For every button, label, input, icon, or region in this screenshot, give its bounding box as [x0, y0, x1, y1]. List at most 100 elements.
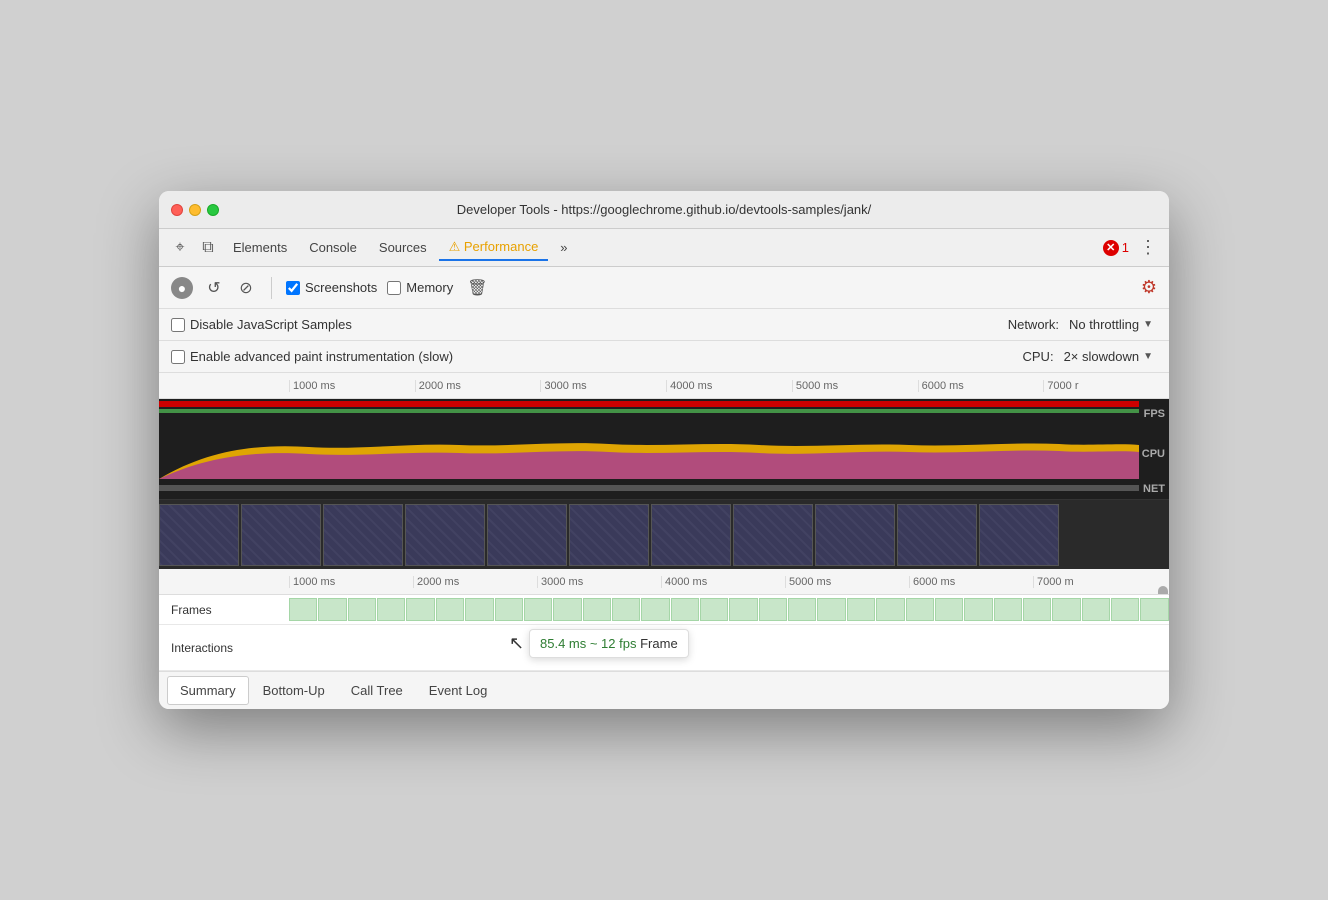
stop-button[interactable]: ⊘	[235, 277, 257, 299]
ruler-mark-b0: 1000 ms	[289, 576, 413, 588]
disable-js-input[interactable]	[171, 318, 185, 332]
frame-block-23[interactable]	[964, 598, 992, 621]
traffic-lights	[171, 204, 219, 216]
frame-block-14[interactable]	[700, 598, 728, 621]
frame-block-16[interactable]	[759, 598, 787, 621]
frame-block-4[interactable]	[406, 598, 434, 621]
cpu-dropdown[interactable]: 2× slowdown ▼	[1060, 347, 1157, 366]
fps-label: FPS	[1144, 408, 1165, 420]
screenshot-thumb-7[interactable]	[733, 504, 813, 566]
frame-block-21[interactable]	[906, 598, 934, 621]
tooltip-fps-text: 85.4 ms ~ 12 fps	[540, 636, 636, 651]
tab-performance[interactable]: ⚠ Performance	[439, 235, 549, 261]
disable-js-checkbox[interactable]: Disable JavaScript Samples	[171, 317, 352, 332]
tab-bottom-up[interactable]: Bottom-Up	[251, 677, 337, 704]
frame-block-3[interactable]	[377, 598, 405, 621]
screenshot-thumb-0[interactable]	[159, 504, 239, 566]
gear-button[interactable]: ⚙	[1141, 277, 1157, 298]
frame-block-1[interactable]	[318, 598, 346, 621]
window-title: Developer Tools - https://googlechrome.g…	[457, 202, 872, 217]
frame-block-7[interactable]	[495, 598, 523, 621]
frame-block-5[interactable]	[436, 598, 464, 621]
tooltip-frame-label: Frame	[640, 636, 678, 651]
screenshot-thumb-4[interactable]	[487, 504, 567, 566]
ruler-mark-6: 7000 r	[1043, 380, 1169, 392]
screenshot-thumb-9[interactable]	[897, 504, 977, 566]
scrollbar-thumb[interactable]	[1158, 586, 1168, 596]
error-count: 1	[1122, 240, 1129, 255]
frame-block-0[interactable]	[289, 598, 317, 621]
screenshots-strip[interactable]	[159, 499, 1169, 569]
paint-checkbox[interactable]: Enable advanced paint instrumentation (s…	[171, 349, 453, 364]
frame-tooltip: 85.4 ms ~ 12 fps Frame	[529, 629, 689, 658]
tab-more[interactable]: »	[550, 236, 577, 259]
charts-area[interactable]: FPS CPU NET	[159, 399, 1169, 569]
screenshots-checkbox[interactable]: Screenshots	[286, 280, 377, 295]
frame-block-6[interactable]	[465, 598, 493, 621]
tabs-bar: ⌖ ⧉ Elements Console Sources ⚠ Performan…	[159, 229, 1169, 267]
frame-block-27[interactable]	[1082, 598, 1110, 621]
screenshots-input[interactable]	[286, 281, 300, 295]
frame-block-13[interactable]	[671, 598, 699, 621]
frame-block-25[interactable]	[1023, 598, 1051, 621]
dock-icon[interactable]: ⧉	[195, 235, 221, 261]
tab-elements[interactable]: Elements	[223, 236, 297, 259]
frame-block-19[interactable]	[847, 598, 875, 621]
options-bar-2: Enable advanced paint instrumentation (s…	[159, 341, 1169, 373]
screenshot-thumb-10[interactable]	[979, 504, 1059, 566]
ruler-mark-1: 2000 ms	[415, 380, 541, 392]
ruler-mark-2: 3000 ms	[540, 380, 666, 392]
ruler-mark-0: 1000 ms	[289, 380, 415, 392]
frames-content[interactable]	[289, 595, 1169, 624]
ruler-marks-bottom: 1000 ms 2000 ms 3000 ms 4000 ms 5000 ms …	[289, 576, 1157, 588]
cpu-chart-row: CPU	[159, 429, 1169, 479]
ruler-mark-b4: 5000 ms	[785, 576, 909, 588]
paint-input[interactable]	[171, 350, 185, 364]
frame-block-29[interactable]	[1140, 598, 1168, 621]
cpu-group: CPU: 2× slowdown ▼	[1023, 347, 1158, 366]
fps-green-bar	[159, 409, 1139, 413]
frame-block-22[interactable]	[935, 598, 963, 621]
frame-block-26[interactable]	[1052, 598, 1080, 621]
frame-block-24[interactable]	[994, 598, 1022, 621]
record-button[interactable]: ●	[171, 277, 193, 299]
trash-button[interactable]: 🗑	[467, 278, 487, 298]
memory-input[interactable]	[387, 281, 401, 295]
reload-button[interactable]: ↺	[203, 277, 225, 299]
tab-event-log[interactable]: Event Log	[417, 677, 500, 704]
screenshot-thumb-8[interactable]	[815, 504, 895, 566]
fps-chart-row: FPS	[159, 399, 1169, 429]
ruler-mark-3: 4000 ms	[666, 380, 792, 392]
frame-block-8[interactable]	[524, 598, 552, 621]
frame-block-2[interactable]	[348, 598, 376, 621]
tab-call-tree[interactable]: Call Tree	[339, 677, 415, 704]
screenshot-thumb-2[interactable]	[323, 504, 403, 566]
frame-block-20[interactable]	[876, 598, 904, 621]
frame-block-10[interactable]	[583, 598, 611, 621]
memory-checkbox[interactable]: Memory	[387, 280, 453, 295]
frame-block-9[interactable]	[553, 598, 581, 621]
toolbar: ● ↺ ⊘ Screenshots Memory 🗑 ⚙	[159, 267, 1169, 309]
screenshot-thumb-6[interactable]	[651, 504, 731, 566]
frame-block-12[interactable]	[641, 598, 669, 621]
screenshot-thumb-5[interactable]	[569, 504, 649, 566]
close-button[interactable]	[171, 204, 183, 216]
screenshot-thumb-3[interactable]	[405, 504, 485, 566]
timeline-ruler-top: 1000 ms 2000 ms 3000 ms 4000 ms 5000 ms …	[159, 373, 1169, 399]
frame-block-11[interactable]	[612, 598, 640, 621]
minimize-button[interactable]	[189, 204, 201, 216]
frame-block-18[interactable]	[817, 598, 845, 621]
screenshot-thumb-1[interactable]	[241, 504, 321, 566]
ruler-mark-b3: 4000 ms	[661, 576, 785, 588]
maximize-button[interactable]	[207, 204, 219, 216]
tab-sources[interactable]: Sources	[369, 236, 437, 259]
tab-console[interactable]: Console	[299, 236, 367, 259]
cursor-icon[interactable]: ⌖	[167, 235, 193, 261]
frame-block-17[interactable]	[788, 598, 816, 621]
frame-block-15[interactable]	[729, 598, 757, 621]
network-dropdown[interactable]: No throttling ▼	[1065, 315, 1157, 334]
frame-block-28[interactable]	[1111, 598, 1139, 621]
tab-summary[interactable]: Summary	[167, 676, 249, 705]
net-bar	[159, 485, 1139, 491]
more-options-button[interactable]: ⋮	[1135, 237, 1161, 258]
